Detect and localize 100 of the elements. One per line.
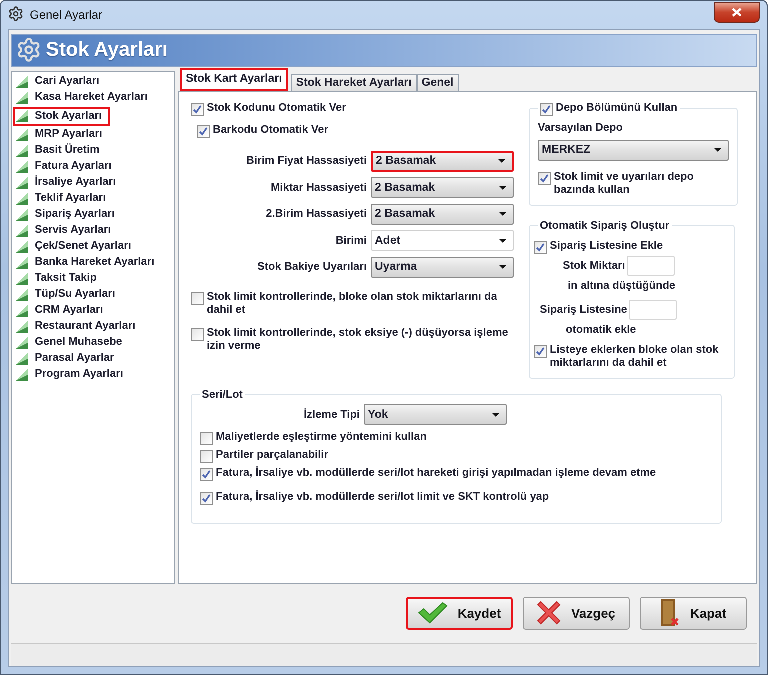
save-button[interactable]: Kaydet <box>406 596 513 630</box>
tab[interactable]: Stok Kart Ayarları <box>180 68 288 91</box>
triangle-icon <box>16 76 28 88</box>
caret-icon <box>499 212 507 216</box>
checkbox-label: Fatura, İrsaliye vb. modüllerde seri/lot limit ve SKT kontrolü yap <box>216 490 550 504</box>
sidebar-item[interactable]: Fatura Ayarları <box>13 158 119 175</box>
sidebar-item[interactable]: Program Ayarları <box>13 366 130 383</box>
sidebar-item[interactable]: Basit Üretim <box>13 142 107 159</box>
dropdown[interactable]: 2 Basamak <box>371 177 514 198</box>
field-label: Birim Fiyat Hassasiyeti <box>246 155 367 168</box>
checkbox-label: Fatura, İrsaliye vb. modüllerde seri/lot hareketi girişi yapılmadan işleme devam etme <box>216 466 656 480</box>
checkbox-label: Stok limit kontrollerinde, bloke olan stok miktarlarını da dahil et <box>207 290 498 317</box>
sidebar-item[interactable]: İrsaliye Ayarları <box>13 174 124 191</box>
field-label: Stok Miktarı <box>563 260 626 272</box>
gear-icon <box>8 6 24 22</box>
checkbox-label: Partiler parçalanabilir <box>216 448 328 462</box>
sidebar-item[interactable]: Restaurant Ayarları <box>13 318 143 335</box>
triangle-icon <box>16 336 28 349</box>
field-label: Miktar Hassasiyeti <box>270 182 367 194</box>
input-field[interactable] <box>629 300 678 320</box>
dropdown[interactable]: Yok <box>364 404 507 426</box>
sidebar-item[interactable]: Servis Ayarları <box>13 222 118 239</box>
triangle-icon <box>16 144 28 157</box>
checkmark-icon <box>418 602 448 624</box>
field-label: Stok Bakiye Uyarıları <box>256 261 367 274</box>
checkbox-label: Stok Kodunu Otomatik Ver <box>207 102 346 115</box>
checkbox[interactable] <box>534 240 547 254</box>
triangle-icon <box>16 272 28 285</box>
caret-icon <box>714 148 722 152</box>
input-field[interactable] <box>627 256 676 276</box>
triangle-icon <box>16 256 28 269</box>
triangle-icon <box>16 192 28 205</box>
triangle-icon <box>16 224 28 237</box>
caret-icon <box>498 159 506 164</box>
triangle-icon <box>16 320 28 333</box>
dropdown[interactable]: MERKEZ <box>538 140 729 161</box>
triangle-icon <box>16 288 28 301</box>
checkbox-label: Listeye eklerken bloke olan stok miktarlarını da dahil et <box>550 344 720 370</box>
checkbox[interactable] <box>191 292 204 305</box>
checkbox[interactable] <box>534 344 547 358</box>
cancel-button[interactable]: Vazgeç <box>523 596 630 630</box>
dropdown[interactable]: Uyarma <box>371 256 514 278</box>
sidebar-item[interactable]: Kasa Hareket Ayarları <box>13 90 155 106</box>
checkbox[interactable] <box>200 432 213 445</box>
field-label: otomatik ekle <box>566 324 636 336</box>
field-label: in altına düştüğünde <box>568 280 676 292</box>
sidebar-item[interactable]: Stok Ayarları <box>13 106 110 126</box>
group-title: Seri/Lot <box>202 388 243 401</box>
sidebar-item[interactable]: CRM Ayarları <box>13 302 110 319</box>
tab[interactable]: Genel <box>416 74 459 91</box>
checkbox[interactable] <box>191 102 204 116</box>
caret-icon <box>499 238 507 243</box>
sidebar-item[interactable]: Teklif Ayarları <box>13 190 114 207</box>
dropdown[interactable]: 2 Basamak <box>371 150 514 172</box>
sidebar-item[interactable]: Banka Hareket Ayarları <box>13 254 162 271</box>
close-button[interactable]: Kapat <box>640 596 747 630</box>
field-label: 2.Birim Hassasiyeti <box>265 208 367 220</box>
checkbox[interactable] <box>191 328 204 341</box>
triangle-icon <box>16 368 28 381</box>
sidebar-item[interactable]: Genel Muhasebe <box>13 334 130 351</box>
field-label: Varsayılan Depo <box>538 122 624 134</box>
gear-icon <box>16 37 42 64</box>
caret-icon <box>499 186 507 190</box>
checkbox[interactable] <box>200 450 213 463</box>
tab[interactable]: Stok Hareket Ayarları <box>291 74 417 91</box>
checkbox[interactable] <box>540 102 553 116</box>
checkbox-label: Stok limit kontrollerinde, stok eksiye (-) düşüyorsa işleme izin verme <box>207 326 510 353</box>
sidebar-item[interactable]: Cari Ayarları <box>13 74 107 90</box>
checkbox[interactable] <box>200 492 213 505</box>
dropdown[interactable]: Adet <box>371 230 514 252</box>
checkbox-label: Depo Bölümünü Kullan <box>556 102 678 115</box>
triangle-icon <box>16 304 28 317</box>
sidebar-item[interactable]: Taksit Takip <box>13 270 104 287</box>
checkbox-label: Sipariş Listesine Ekle <box>550 240 664 253</box>
checkbox-label: Stok limit ve uyarıları depo bazında kullan <box>554 170 695 197</box>
sidebar-item[interactable]: Çek/Senet Ayarları <box>13 238 138 255</box>
header-title: Stok Ayarları <box>46 38 168 62</box>
door-icon <box>660 598 680 628</box>
sidebar-item[interactable]: Sipariş Ayarları <box>13 206 122 223</box>
sidebar-item[interactable]: Tüp/Su Ayarları <box>13 286 122 303</box>
field-label: Birimi <box>334 234 367 247</box>
triangle-icon <box>16 92 28 104</box>
checkbox[interactable] <box>197 124 210 138</box>
group-title: Otomatik Sipariş Oluştur <box>540 220 670 232</box>
caret-icon <box>492 412 500 417</box>
dropdown[interactable]: 2 Basamak <box>371 204 514 225</box>
sidebar-item[interactable]: MRP Ayarları <box>13 126 110 143</box>
close-button[interactable] <box>714 2 760 23</box>
triangle-icon <box>16 160 28 173</box>
triangle-icon <box>16 208 28 221</box>
sidebar-item[interactable]: Parasal Ayarlar <box>13 350 122 367</box>
x-icon <box>537 601 562 626</box>
window-title: Genel Ayarlar <box>30 8 102 22</box>
checkbox[interactable] <box>200 468 213 481</box>
close-icon <box>732 8 742 17</box>
triangle-icon <box>16 352 28 365</box>
field-label: Sipariş Listesine <box>540 304 628 316</box>
triangle-icon <box>16 176 28 189</box>
checkbox[interactable] <box>538 172 551 185</box>
field-label: İzleme Tipi <box>302 408 360 421</box>
